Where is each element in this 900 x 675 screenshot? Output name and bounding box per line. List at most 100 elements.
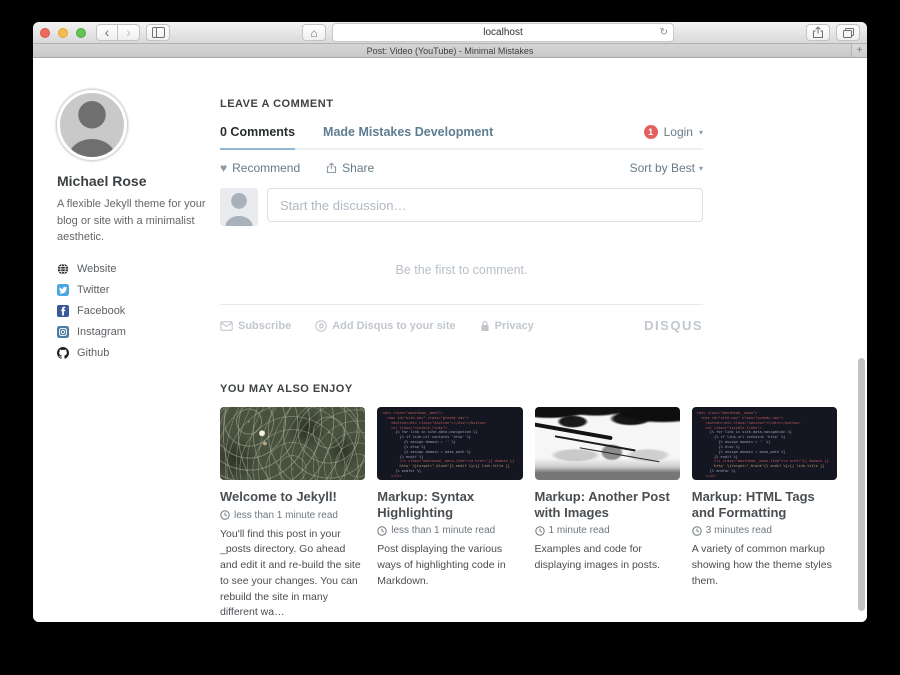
author-avatar (57, 90, 127, 160)
post-meta: less than 1 minute read (220, 510, 365, 521)
back-button[interactable]: ‹ (96, 24, 118, 41)
related-posts-section: YOU MAY ALSO ENJOY Welcome to Jekyll! le… (220, 383, 867, 621)
close-window-button[interactable] (40, 28, 50, 38)
share-icon (812, 26, 824, 39)
url-zone: ⌂ localhost ↻ (176, 23, 800, 42)
zoom-window-button[interactable] (76, 28, 86, 38)
comment-input[interactable] (267, 188, 703, 222)
comments-heading: LEAVE A COMMENT (220, 98, 867, 110)
browser-toolbar: ‹ › ⌂ localhost ↻ (33, 22, 867, 44)
recommend-label: Recommend (232, 161, 300, 175)
envelope-icon (220, 321, 233, 331)
sidebar-item-facebook[interactable]: Facebook (57, 305, 213, 317)
privacy-link[interactable]: Privacy (480, 320, 534, 332)
tab-comments-count[interactable]: 0 Comments (220, 125, 295, 139)
address-bar[interactable]: localhost ↻ (332, 23, 674, 42)
add-disqus-label: Add Disqus to your site (332, 320, 455, 332)
sort-label: Sort by Best (630, 161, 695, 175)
read-time: 3 minutes read (706, 525, 772, 536)
active-tab[interactable]: Post: Video (YouTube) - Minimal Mistakes (367, 46, 534, 56)
related-card[interactable]: <div class="masthead__menu"> <nav id="si… (377, 407, 522, 621)
forward-button[interactable]: › (118, 24, 140, 41)
disqus-logo[interactable]: DISQUS (644, 318, 703, 333)
guest-avatar (220, 188, 258, 226)
share-arrow-icon (326, 162, 337, 174)
post-meta: 1 minute read (535, 525, 680, 536)
history-nav-group: ‹ › (96, 24, 140, 41)
related-card[interactable]: Welcome to Jekyll! less than 1 minute re… (220, 407, 365, 621)
author-links: Website Twitter Facebook Instagram Githu… (57, 263, 213, 359)
post-title[interactable]: Markup: Another Post with Images (535, 489, 680, 520)
tabs-icon (842, 27, 855, 39)
facebook-icon (57, 305, 69, 317)
subscribe-link[interactable]: Subscribe (220, 320, 291, 332)
author-profile: Michael Rose A flexible Jekyll theme for… (57, 90, 213, 375)
post-title[interactable]: Markup: HTML Tags and Formatting (692, 489, 837, 520)
read-time: less than 1 minute read (234, 510, 338, 521)
clock-icon (220, 510, 230, 520)
tab-bar: Post: Video (YouTube) - Minimal Mistakes… (33, 44, 867, 58)
related-cards: Welcome to Jekyll! less than 1 minute re… (220, 407, 837, 621)
home-icon: ⌂ (310, 26, 317, 40)
home-button[interactable]: ⌂ (302, 24, 326, 41)
privacy-label: Privacy (495, 320, 534, 332)
lock-icon (480, 320, 490, 332)
clock-icon (692, 526, 702, 536)
link-label: Instagram (77, 326, 126, 338)
github-icon (57, 347, 69, 359)
post-meta: less than 1 minute read (377, 525, 522, 536)
scrollbar[interactable] (858, 358, 865, 611)
back-icon: ‹ (105, 25, 110, 39)
related-card[interactable]: <div class="masthead__menu"> <nav id="si… (692, 407, 837, 621)
clock-icon (377, 526, 387, 536)
author-name: Michael Rose (57, 173, 213, 189)
login-label: Login (664, 125, 693, 139)
minimize-window-button[interactable] (58, 28, 68, 38)
tabs-overview-button[interactable] (836, 24, 860, 41)
new-tab-button[interactable]: + (851, 44, 867, 57)
window-controls (40, 28, 86, 38)
subscribe-label: Subscribe (238, 320, 291, 332)
post-title[interactable]: Welcome to Jekyll! (220, 489, 365, 505)
refresh-icon[interactable]: ↻ (660, 27, 668, 38)
globe-icon (57, 263, 69, 275)
clock-icon (535, 526, 545, 536)
sidebar-item-github[interactable]: Github (57, 347, 213, 359)
login-control[interactable]: 1 Login ▾ (644, 125, 703, 139)
post-excerpt: Post displaying the various ways of high… (377, 542, 522, 589)
disqus-tab-row: 0 Comments Made Mistakes Development 1 L… (220, 125, 703, 150)
login-caret-icon: ▾ (699, 128, 703, 137)
link-label: Website (77, 263, 117, 275)
link-label: Github (77, 347, 109, 359)
heart-icon: ♥ (220, 161, 227, 175)
tab-community-link[interactable]: Made Mistakes Development (323, 125, 493, 139)
sidebar-item-instagram[interactable]: Instagram (57, 326, 213, 338)
sidebar-toggle-button[interactable] (146, 24, 170, 41)
related-card[interactable]: Markup: Another Post with Images 1 minut… (535, 407, 680, 621)
twitter-icon (57, 284, 69, 296)
post-thumbnail-foam-photo (220, 407, 365, 480)
recommend-button[interactable]: ♥ Recommend (220, 161, 300, 175)
sidebar-icon (152, 27, 165, 38)
sidebar-item-twitter[interactable]: Twitter (57, 284, 213, 296)
sort-by-dropdown[interactable]: Sort by Best ▾ (630, 161, 703, 175)
url-text: localhost (483, 27, 522, 38)
read-time: 1 minute read (549, 525, 610, 536)
post-excerpt: You'll find this post in your _posts dir… (220, 527, 365, 622)
instagram-icon (57, 326, 69, 338)
add-disqus-link[interactable]: Add Disqus to your site (315, 320, 455, 332)
share-button[interactable] (806, 24, 830, 41)
post-excerpt: A variety of common markup showing how t… (692, 542, 837, 589)
post-meta: 3 minutes read (692, 525, 837, 536)
forward-icon: › (126, 25, 131, 39)
post-thumbnail-fog-photo (535, 407, 680, 480)
share-comments-button[interactable]: Share (326, 161, 374, 175)
post-thumbnail-code-screenshot: <div class="masthead__menu"> <nav id="si… (692, 407, 837, 480)
code-preview: <div class="masthead__menu"> <nav id="si… (697, 411, 832, 479)
disqus-widget: 0 Comments Made Mistakes Development 1 L… (220, 125, 703, 333)
main-column: LEAVE A COMMENT 0 Comments Made Mistakes… (220, 98, 867, 621)
code-preview: <div class="masthead__menu"> <nav id="si… (382, 411, 517, 479)
link-label: Twitter (77, 284, 109, 296)
sidebar-item-website[interactable]: Website (57, 263, 213, 275)
post-title[interactable]: Markup: Syntax Highlighting (377, 489, 522, 520)
